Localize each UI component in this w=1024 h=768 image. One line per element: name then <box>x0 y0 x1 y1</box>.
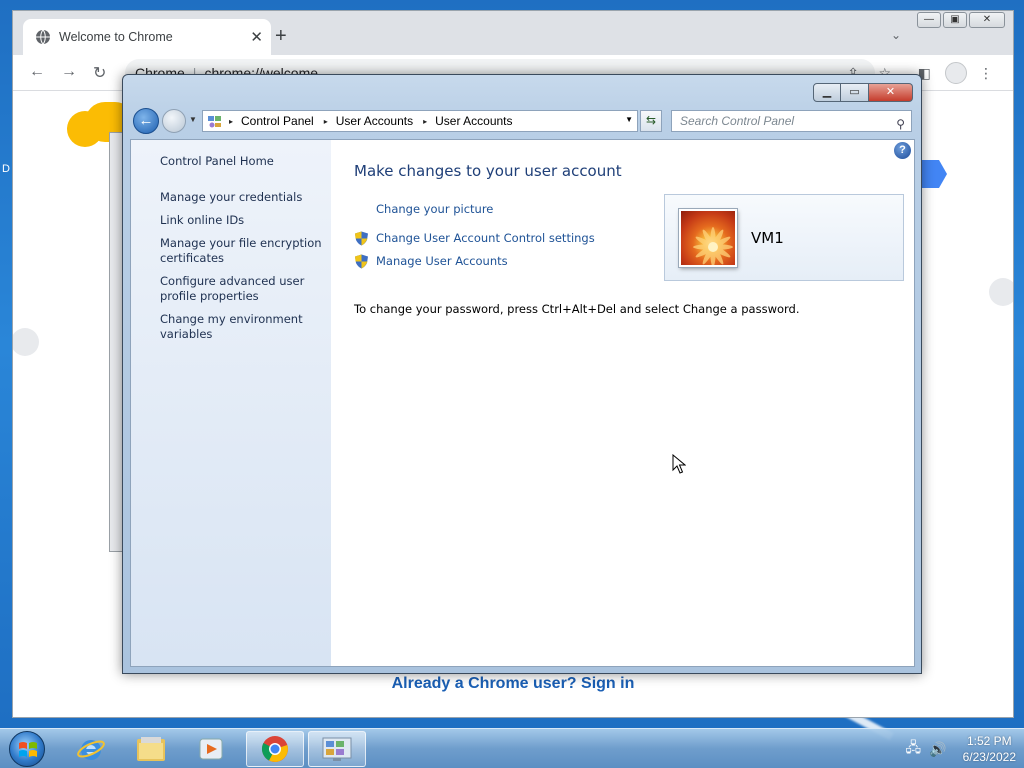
address-bar[interactable]: ▸ Control Panel ▸ User Accounts ▸ User A… <box>202 110 638 132</box>
control-panel-caption-buttons: ▁ ▭ ✕ <box>813 83 913 102</box>
reload-icon[interactable]: ↻ <box>93 63 106 83</box>
chrome-icon <box>261 736 288 762</box>
chrome-signin-link[interactable]: Already a Chrome user? Sign in <box>13 675 1013 693</box>
new-tab-button[interactable]: + <box>275 26 287 46</box>
search-icon[interactable]: ⚲ <box>896 114 905 134</box>
control-panel-icon <box>208 116 221 128</box>
chrome-menu-icon[interactable]: ⋮ <box>979 65 993 82</box>
taskbar: 🖧 🔊 1:52 PM 6/23/2022 <box>0 728 1024 768</box>
minimize-button[interactable]: ▁ <box>813 83 841 102</box>
clock-date: 6/23/2022 <box>962 750 1016 764</box>
sidebar-item-advanced-profile-properties[interactable]: Configure advanced user profile properti… <box>160 274 325 304</box>
breadcrumb-user-accounts-current[interactable]: User Accounts <box>435 114 512 128</box>
user-name: VM1 <box>751 229 784 247</box>
chrome-window-controls: — ▣ ✕ <box>917 12 1005 28</box>
start-button[interactable] <box>9 731 45 767</box>
breadcrumb-control-panel[interactable]: Control Panel <box>241 114 314 128</box>
minimize-button[interactable]: — <box>917 12 941 28</box>
change-picture-link[interactable]: Change your picture <box>376 202 493 216</box>
sidebar-item-control-panel-home[interactable]: Control Panel Home <box>160 154 325 169</box>
clock[interactable]: 1:52 PM 6/23/2022 <box>963 733 1016 765</box>
breadcrumb-separator-icon[interactable]: ▸ <box>229 117 233 126</box>
sidebar-item-file-encryption-certificates[interactable]: Manage your file encryption certificates <box>160 236 325 266</box>
address-history-dropdown-icon[interactable]: ▼ <box>625 115 633 124</box>
close-button[interactable]: ✕ <box>869 83 913 102</box>
control-panel-content: Control Panel Home Manage your credentia… <box>130 139 915 667</box>
taskbar-internet-explorer[interactable] <box>62 731 120 767</box>
control-panel-icon <box>322 737 352 761</box>
taskbar-windows-explorer[interactable] <box>122 731 180 767</box>
maximize-button[interactable]: ▭ <box>841 83 869 102</box>
taskbar-google-chrome[interactable] <box>246 731 304 767</box>
user-account-card: VM1 <box>664 194 904 281</box>
taskbar-control-panel[interactable] <box>308 731 366 767</box>
help-icon[interactable]: ? <box>894 142 911 159</box>
sidebar-item-environment-variables[interactable]: Change my environment variables <box>160 312 325 342</box>
folder-icon <box>137 737 165 761</box>
sidebar-item-link-online-ids[interactable]: Link online IDs <box>160 213 325 228</box>
sidebar-item-manage-credentials[interactable]: Manage your credentials <box>160 190 325 205</box>
globe-icon <box>36 29 50 45</box>
volume-icon[interactable]: 🔊 <box>929 741 946 758</box>
tab-title: Welcome to Chrome <box>59 30 173 44</box>
password-instructions: To change your password, press Ctrl+Alt+… <box>354 302 800 316</box>
user-picture[interactable] <box>679 209 737 267</box>
recent-pages-dropdown-icon[interactable]: ▼ <box>189 115 197 124</box>
network-icon[interactable]: 🖧 <box>906 737 922 761</box>
flower-icon <box>693 227 733 265</box>
uac-settings-link[interactable]: Change User Account Control settings <box>376 231 595 245</box>
profile-avatar[interactable] <box>945 62 967 84</box>
mouse-cursor-icon <box>672 454 686 474</box>
internet-explorer-icon <box>77 740 105 760</box>
search-placeholder: Search Control Panel <box>680 114 795 128</box>
breadcrumb-separator-icon[interactable]: ▸ <box>423 117 427 126</box>
forward-arrow-icon[interactable]: → <box>61 63 77 81</box>
tab-welcome-to-chrome[interactable]: Welcome to Chrome ✕ <box>23 19 271 55</box>
search-input[interactable]: Search Control Panel ⚲ <box>671 110 912 132</box>
breadcrumb-separator-icon[interactable]: ▸ <box>324 117 328 126</box>
chrome-tabstrip: Welcome to Chrome ✕ + ⌄ — ▣ ✕ <box>13 11 1013 55</box>
page-title: Make changes to your user account <box>354 162 622 180</box>
restore-button[interactable]: ▣ <box>943 12 967 28</box>
uac-shield-icon <box>355 231 368 246</box>
refresh-button[interactable]: ⇆ <box>640 110 662 132</box>
control-panel-window: ▁ ▭ ✕ ← ▼ ▸ Control Panel ▸ User Account… <box>122 74 922 674</box>
manage-user-accounts-link[interactable]: Manage User Accounts <box>376 254 508 268</box>
close-button[interactable]: ✕ <box>969 12 1005 28</box>
forward-button[interactable] <box>162 109 186 133</box>
breadcrumb-user-accounts[interactable]: User Accounts <box>336 114 413 128</box>
uac-shield-icon <box>355 254 368 269</box>
tab-search-icon[interactable]: ⌄ <box>891 28 901 42</box>
back-button[interactable]: ← <box>133 108 159 134</box>
back-arrow-icon[interactable]: ← <box>29 63 45 81</box>
clock-time: 1:52 PM <box>966 734 1012 748</box>
system-tray: 🖧 🔊 1:52 PM 6/23/2022 <box>898 729 1016 768</box>
tab-close-icon[interactable]: ✕ <box>250 28 263 46</box>
media-player-icon <box>199 738 223 760</box>
desktop-icon-label[interactable]: D <box>2 163 10 175</box>
windows-logo-icon <box>19 742 37 757</box>
taskbar-media-player[interactable] <box>182 731 240 767</box>
tasks-sidebar: Control Panel Home Manage your credentia… <box>131 140 331 666</box>
main-panel: ? Make changes to your user account Chan… <box>331 140 914 666</box>
